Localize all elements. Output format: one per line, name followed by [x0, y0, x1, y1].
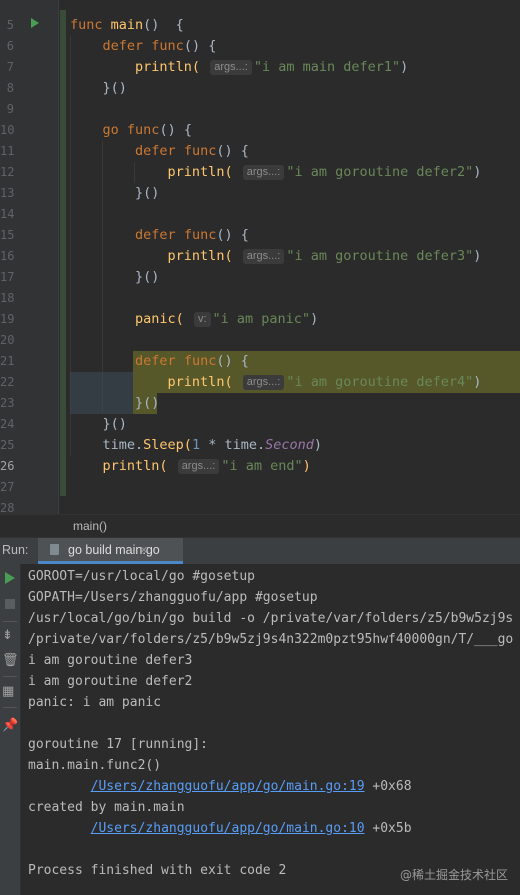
run-main-icon[interactable] — [31, 18, 39, 28]
parameter-hint: args...: — [177, 459, 220, 474]
code-line: }() — [135, 395, 160, 411]
vcs-change-marker — [60, 10, 66, 496]
rerun-icon[interactable] — [5, 572, 15, 584]
code-line: defer func() { — [135, 227, 249, 243]
code-line: defer func() { — [135, 143, 249, 159]
toolbar-divider — [3, 621, 17, 622]
line-number: 14 — [0, 207, 15, 221]
line-number: 23 — [0, 396, 15, 410]
code-line: println( args...: "i am goroutine defer3"… — [167, 248, 482, 264]
line-number: 5 — [6, 18, 14, 32]
breadcrumb: main() — [0, 514, 520, 537]
console-line: main.main.func2() — [28, 758, 162, 773]
line-number: 20 — [0, 333, 15, 347]
line-number: 27 — [0, 480, 15, 494]
line-number: 19 — [0, 312, 15, 326]
line-number: 16 — [0, 249, 15, 263]
line-number: 15 — [0, 228, 15, 242]
parameter-hint: args...: — [242, 165, 285, 180]
console-line: /Users/zhangguofu/app/go/main.go:19 +0x6… — [90, 779, 412, 794]
line-number: 8 — [6, 81, 14, 95]
code-editor[interactable]: 5 6 7 8 9 10 11 12 13 14 15 16 17 18 19 … — [0, 0, 520, 514]
line-number: 9 — [6, 102, 14, 116]
run-tool-window-header: Run: go build main.go × — [0, 537, 520, 565]
gutter-separator — [58, 0, 59, 514]
console-line: /private/var/folders/z5/b9w5zj9s4n322m0p… — [28, 632, 514, 647]
code-line: defer func() { — [102, 38, 217, 54]
close-tab-icon[interactable]: × — [140, 542, 148, 557]
stack-trace-link[interactable]: /Users/zhangguofu/app/go/main.go:19 — [91, 779, 365, 794]
console-line: panic: i am panic — [28, 695, 162, 710]
code-line: }() — [135, 269, 160, 285]
parameter-hint: args...: — [242, 375, 285, 390]
sort-icon[interactable]: ⇟ — [2, 628, 13, 643]
pin-icon[interactable]: 📌 — [2, 718, 18, 733]
code-line: panic( v: "i am panic") — [135, 311, 319, 327]
code-line: func main() { — [70, 17, 184, 33]
stack-trace-link[interactable]: /Users/zhangguofu/app/go/main.go:10 — [91, 821, 365, 836]
console-exit-line: Process finished with exit code 2 — [28, 863, 287, 878]
console-line: /Users/zhangguofu/app/go/main.go:10 +0x5… — [90, 821, 412, 836]
toolbar-divider — [3, 676, 17, 677]
line-number: 22 — [0, 375, 15, 389]
line-number: 24 — [0, 417, 15, 431]
line-number: 12 — [0, 165, 15, 179]
code-line: defer func() { — [135, 353, 249, 369]
line-number: 17 — [0, 270, 15, 284]
code-line: }() — [102, 416, 127, 432]
line-number-current: 26 — [0, 459, 15, 473]
line-number: 28 — [0, 501, 15, 514]
breadcrumb-item[interactable]: main() — [73, 519, 107, 533]
line-number: 10 — [0, 123, 15, 137]
console-line: created by main.main — [28, 800, 185, 815]
run-label: Run: — [2, 543, 29, 557]
parameter-hint: args...: — [242, 249, 285, 264]
line-number: 21 — [0, 354, 15, 368]
run-config-tab[interactable]: go build main.go — [38, 538, 183, 564]
code-line: go func() { — [102, 122, 192, 138]
line-number: 11 — [0, 144, 15, 158]
parameter-hint: v: — [193, 312, 211, 327]
code-line: }() — [102, 80, 127, 96]
console-line: i am goroutine defer3 — [28, 653, 193, 668]
code-line: }() — [135, 185, 160, 201]
watermark: @稀土掘金技术社区 — [399, 868, 508, 882]
toolbar-divider — [3, 707, 17, 708]
console-line: GOPATH=/Users/zhangguofu/app #gosetup — [28, 590, 318, 605]
console-toolbar: ⇟ 🗑 ▦ 📌 — [0, 564, 21, 895]
console-line: i am goroutine defer2 — [28, 674, 193, 689]
code-line: println( args...: "i am main defer1") — [135, 59, 409, 75]
console-line: goroutine 17 [running]: — [28, 737, 209, 752]
console-line: GOROOT=/usr/local/go #gosetup — [28, 569, 255, 584]
trash-icon[interactable]: 🗑 — [2, 653, 19, 668]
line-number: 7 — [6, 60, 14, 74]
console-output[interactable]: GOROOT=/usr/local/go #gosetup GOPATH=/Us… — [21, 564, 520, 895]
code-line: time.Sleep(1 * time.Second) — [102, 437, 323, 453]
code-line: println( args...: "i am goroutine defer4"… — [167, 374, 482, 390]
layout-icon[interactable]: ▦ — [2, 684, 14, 699]
parameter-hint: args...: — [210, 60, 252, 75]
line-number: 13 — [0, 186, 15, 200]
file-icon — [50, 544, 59, 555]
code-line: println( args...: "i am goroutine defer2"… — [167, 164, 482, 180]
stop-icon[interactable] — [5, 599, 15, 609]
line-number: 6 — [6, 39, 14, 53]
console-line: /usr/local/go/bin/go build -o /private/v… — [28, 611, 514, 626]
line-number: 25 — [0, 438, 15, 452]
code-line-current: println( args...: "i am end") — [102, 458, 311, 474]
line-number: 18 — [0, 291, 15, 305]
